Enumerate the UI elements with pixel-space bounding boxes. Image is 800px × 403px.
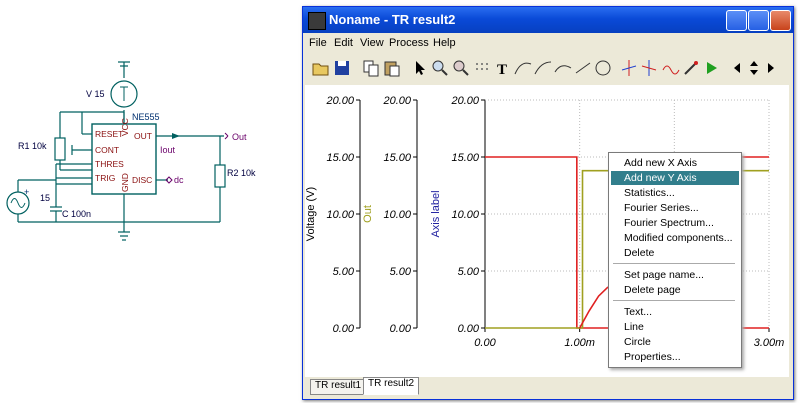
menu-item-circle[interactable]: Circle [611,335,739,349]
x-tick-label: 3.00m [754,337,785,349]
title-bar[interactable]: Noname - TR result2 [303,7,793,33]
pin-trig: TRIG [95,173,115,183]
circle-tool-icon[interactable] [593,58,613,78]
y-axis-label: Axis label [430,190,442,237]
curve3-tool-icon[interactable] [553,58,573,78]
paste-icon[interactable] [382,58,402,78]
y-axis-label: Voltage (V) [305,187,317,241]
c-label: C 100n [62,209,91,219]
waveform-icon[interactable] [661,58,681,78]
menu-item-fourier-series[interactable]: Fourier Series... [611,201,739,215]
arrow-right-icon[interactable] [761,58,781,78]
schematic: RESET CONT THRES TRIG OUT DISC VCC GND V… [6,61,256,241]
out-label: Out [232,132,247,142]
minimize-button[interactable] [726,10,747,31]
y-tick-label: 10.00 [451,209,479,221]
y-tick-label: 15.00 [451,152,479,164]
pin-gnd: GND [120,173,130,192]
close-button[interactable] [770,10,791,31]
y-tick-label: 20.00 [325,95,354,107]
zoom-out-icon[interactable] [451,58,471,78]
r1-label: R1 10k [18,141,47,151]
menu-item-add-x-axis[interactable]: Add new X Axis [611,156,739,170]
menu-separator [613,300,735,301]
menu-item-statistics[interactable]: Statistics... [611,186,739,200]
v15-label: V 15 [86,89,105,99]
y-tick-label: 0.00 [390,323,412,335]
open-folder-icon[interactable] [311,58,331,78]
y-tick-label: 0.00 [333,323,355,335]
svg-text:T: T [497,62,507,78]
y-tick-label: 5.00 [333,266,355,278]
svg-text:+: + [24,187,29,197]
grid-icon[interactable] [472,58,492,78]
menu-item-modified-components[interactable]: Modified components... [611,231,739,245]
pin-cont: CONT [95,145,119,155]
menu-item-add-y-axis[interactable]: Add new Y Axis [611,171,739,185]
menu-item-line[interactable]: Line [611,320,739,334]
curve2-tool-icon[interactable] [533,58,553,78]
menu-item-delete[interactable]: Delete [611,246,739,260]
y-tick-label: 5.00 [390,266,412,278]
iout-label: Iout [160,145,176,155]
y-axis-label: Out [362,205,374,223]
save-disk-icon[interactable] [332,58,352,78]
x-tick-label: 1.00m [564,337,595,349]
menu-item-fourier-spectrum[interactable]: Fourier Spectrum... [611,216,739,230]
curve-tool-icon[interactable] [513,58,533,78]
line-tool-icon[interactable] [573,58,593,78]
menu-help[interactable]: Help [433,37,456,49]
run-icon[interactable] [701,58,721,78]
menu-bar: File Edit View Process Help [303,34,793,53]
menu-item-delete-page[interactable]: Delete page [611,283,739,297]
menu-view[interactable]: View [360,37,384,49]
menu-separator [613,263,735,264]
y-tick-label: 10.00 [326,209,354,221]
y-tick-label: 20.00 [382,95,411,107]
text-tool-icon[interactable]: T [493,58,513,78]
zoom-in-icon[interactable] [430,58,450,78]
probe-icon[interactable] [681,58,701,78]
arrow-pointer-icon[interactable] [410,58,430,78]
pin-vcc: VCC [120,118,130,136]
pin-thres: THRES [95,159,124,169]
dc-label: dc [174,175,184,185]
menu-process[interactable]: Process [389,37,429,49]
pin-disc: DISC [132,175,152,185]
app-icon [308,12,326,30]
menu-item-set-page-name[interactable]: Set page name... [611,268,739,282]
cursor-b-icon[interactable] [639,58,659,78]
page-tabs: TR result1 TR result2 [305,377,789,397]
r2-label: R2 10k [227,168,256,178]
menu-edit[interactable]: Edit [334,37,353,49]
y-tick-label: 15.00 [383,152,411,164]
menu-item-properties[interactable]: Properties... [611,350,739,364]
window-title: Noname - TR result2 [329,12,456,27]
toolbar: T [303,54,793,82]
series-line [578,286,609,329]
copy-icon[interactable] [361,58,381,78]
y-tick-label: 20.00 [450,95,479,107]
tab-tr-result1[interactable]: TR result1 [310,379,367,395]
maximize-button[interactable] [748,10,769,31]
gen-value: 15 [40,193,50,203]
cursor-a-icon[interactable] [619,58,639,78]
menu-file[interactable]: File [309,37,327,49]
x-tick-label: 0.00 [474,337,496,349]
tab-tr-result2[interactable]: TR result2 [363,377,420,395]
y-tick-label: 15.00 [326,152,354,164]
pin-out: OUT [134,131,152,141]
y-tick-label: 5.00 [458,266,480,278]
y-tick-label: 0.00 [458,323,480,335]
y-tick-label: 10.00 [383,209,411,221]
menu-item-text[interactable]: Text... [611,305,739,319]
ne555-label: NE555 [132,112,160,122]
context-menu: Add new X Axis Add new Y Axis Statistics… [608,152,742,368]
